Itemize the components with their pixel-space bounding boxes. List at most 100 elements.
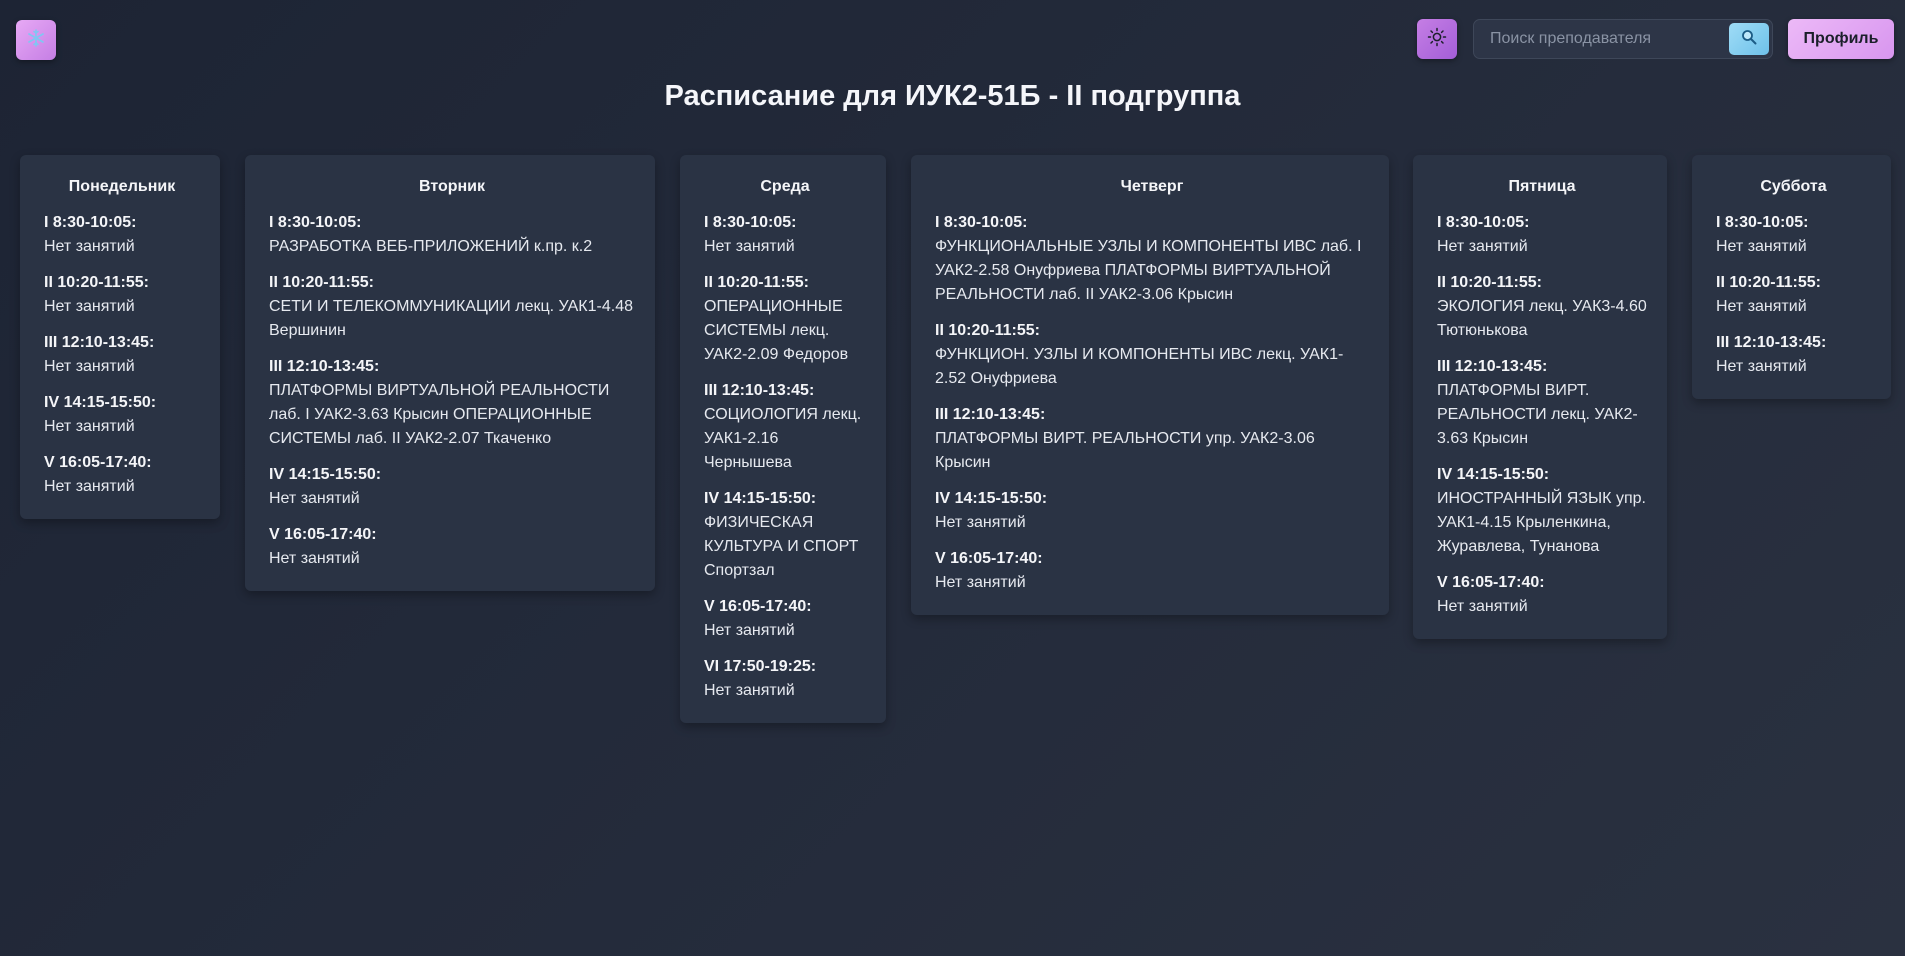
day-name: Понедельник: [68, 178, 176, 195]
slot-description: Нет занятий: [1716, 298, 1807, 315]
day-name: Четверг: [1120, 178, 1184, 195]
slot-description: Нет занятий: [44, 478, 135, 495]
lesson-slot: II 10:20-11:55: ОПЕРАЦИОННЫЕ СИСТЕМЫ лекц…: [704, 271, 866, 367]
snowflake-button[interactable]: [16, 20, 56, 60]
day-card: Среда I 8:30-10:05: Нет занятий II 10:20-11…: [680, 155, 886, 723]
day-name: Пятница: [1508, 178, 1576, 195]
day-card: Пятница I 8:30-10:05: Нет занятий II 10:20-…: [1413, 155, 1667, 639]
slot-time: III 12:10-13:45:: [269, 358, 380, 375]
slot-description: Нет занятий: [935, 574, 1026, 591]
slot-time: VI 17:50-19:25:: [704, 658, 817, 675]
slot-description: Нет занятий: [44, 238, 135, 255]
slot-description: Нет занятий: [1716, 238, 1807, 255]
teacher-search-input[interactable]: [1474, 20, 1724, 58]
slot-time: II 10:20-11:55:: [269, 274, 374, 291]
day-name: Вторник: [418, 178, 486, 195]
lesson-slot: II 10:20-11:55: ЭКОЛОГИЯ лекц. УАК3-4.60 …: [1437, 271, 1647, 343]
lesson-slot: II 10:20-11:55: СЕТИ И ТЕЛЕКОММУНИКАЦИИ л…: [269, 271, 635, 343]
slot-description: ПЛАТФОРМЫ ВИРТУАЛЬНОЙ РЕАЛЬНОСТИ лаб. I …: [269, 382, 610, 447]
slot-description: Нет занятий: [269, 490, 360, 507]
lesson-slot: V 16:05-17:40: Нет занятий: [1437, 571, 1647, 619]
slot-time: V 16:05-17:40:: [44, 454, 152, 471]
slot-time: III 12:10-13:45:: [935, 406, 1046, 423]
lesson-slot: IV 14:15-15:50: ФИЗИЧЕСКАЯ КУЛЬТУРА И СПО…: [704, 487, 866, 583]
slot-time: III 12:10-13:45:: [1716, 334, 1827, 351]
slot-description: СЕТИ И ТЕЛЕКОММУНИКАЦИИ лекц. УАК1-4.48 …: [269, 298, 633, 339]
slot-time: I 8:30-10:05:: [1716, 214, 1809, 231]
snowflake-icon: [26, 28, 46, 53]
slot-time: IV 14:15-15:50:: [935, 490, 1048, 507]
lesson-slot: I 8:30-10:05: Нет занятий: [1716, 211, 1871, 259]
slot-description: ФИЗИЧЕСКАЯ КУЛЬТУРА И СПОРТ Спортзал: [704, 514, 859, 579]
slot-time: I 8:30-10:05:: [1437, 214, 1530, 231]
lesson-slot: V 16:05-17:40: Нет занятий: [935, 547, 1369, 595]
lesson-slot: III 12:10-13:45: СОЦИОЛОГИЯ лекц. УАК1-2.…: [704, 379, 866, 475]
slot-time: V 16:05-17:40:: [1437, 574, 1545, 591]
lesson-slot: II 10:20-11:55: ФУНКЦИОН. УЗЛЫ И КОМПОНЕН…: [935, 319, 1369, 391]
slot-time: II 10:20-11:55:: [1716, 274, 1821, 291]
day-card: Вторник I 8:30-10:05: РАЗРАБОТКА ВЕБ-ПРИЛО…: [245, 155, 655, 591]
slot-time: IV 14:15-15:50:: [269, 466, 382, 483]
lesson-slot: III 12:10-13:45: Нет занятий: [1716, 331, 1871, 379]
slot-description: ОПЕРАЦИОННЫЕ СИСТЕМЫ лекц. УАК2-2.09 Фед…: [704, 298, 849, 363]
lesson-slot: III 12:10-13:45: ПЛАТФОРМЫ ВИРТУАЛЬНОЙ РЕ…: [269, 355, 635, 451]
slot-description: Нет занятий: [1716, 358, 1807, 375]
slot-description: Нет занятий: [1437, 238, 1528, 255]
slot-description: Нет занятий: [44, 298, 135, 315]
top-bar: Профиль: [0, 0, 1905, 78]
lesson-slot: III 12:10-13:45: ПЛАТФОРМЫ ВИРТ. РЕАЛЬНОС…: [1437, 355, 1647, 451]
lesson-slot: I 8:30-10:05: ФУНКЦИОНАЛЬНЫЕ УЗЛЫ И КОМПО…: [935, 211, 1369, 307]
profile-button[interactable]: Профиль: [1788, 19, 1894, 59]
lesson-slot: IV 14:15-15:50: Нет занятий: [44, 391, 200, 439]
lesson-slot: I 8:30-10:05: Нет занятий: [704, 211, 866, 259]
lesson-slot: I 8:30-10:05: РАЗРАБОТКА ВЕБ-ПРИЛОЖЕНИЙ к…: [269, 211, 635, 259]
slot-description: ФУНКЦИОН. УЗЛЫ И КОМПОНЕНТЫ ИВС лекц. УА…: [935, 346, 1344, 387]
lesson-slot: II 10:20-11:55: Нет занятий: [44, 271, 200, 319]
lesson-slot: V 16:05-17:40: Нет занятий: [704, 595, 866, 643]
slot-time: II 10:20-11:55:: [1437, 274, 1542, 291]
slot-description: ФУНКЦИОНАЛЬНЫЕ УЗЛЫ И КОМПОНЕНТЫ ИВС лаб…: [935, 238, 1362, 303]
slot-description: ИНОСТРАННЫЙ ЯЗЫК упр. УАК1-4.15 Крыленки…: [1437, 490, 1646, 555]
lesson-slot: III 12:10-13:45: Нет занятий: [44, 331, 200, 379]
slot-time: V 16:05-17:40:: [704, 598, 812, 615]
slot-description: Нет занятий: [44, 418, 135, 435]
search-button[interactable]: [1729, 23, 1769, 55]
lesson-slot: III 12:10-13:45: ПЛАТФОРМЫ ВИРТ. РЕАЛЬНОС…: [935, 403, 1369, 475]
day-name: Суббота: [1760, 178, 1827, 195]
slot-time: II 10:20-11:55:: [44, 274, 149, 291]
lesson-slot: I 8:30-10:05: Нет занятий: [44, 211, 200, 259]
slot-description: СОЦИОЛОГИЯ лекц. УАК1-2.16 Чернышева: [704, 406, 862, 471]
slot-description: Нет занятий: [704, 238, 795, 255]
slot-time: IV 14:15-15:50:: [704, 490, 817, 507]
lesson-slot: IV 14:15-15:50: ИНОСТРАННЫЙ ЯЗЫК упр. УАК…: [1437, 463, 1647, 559]
slot-description: Нет занятий: [935, 514, 1026, 531]
slot-time: III 12:10-13:45:: [44, 334, 155, 351]
slot-description: Нет занятий: [704, 682, 795, 699]
lesson-slot: V 16:05-17:40: Нет занятий: [269, 523, 635, 571]
day-card: Понедельник I 8:30-10:05: Нет занятий II 10…: [20, 155, 220, 519]
slot-description: Нет занятий: [269, 550, 360, 567]
slot-time: I 8:30-10:05:: [44, 214, 137, 231]
slot-time: V 16:05-17:40:: [269, 526, 377, 543]
lesson-slot: IV 14:15-15:50: Нет занятий: [935, 487, 1369, 535]
slot-time: III 12:10-13:45:: [704, 382, 815, 399]
slot-time: II 10:20-11:55:: [935, 322, 1040, 339]
slot-time: I 8:30-10:05:: [935, 214, 1028, 231]
slot-description: РАЗРАБОТКА ВЕБ-ПРИЛОЖЕНИЙ к.пр. к.2: [269, 238, 593, 255]
slot-description: Нет занятий: [44, 358, 135, 375]
slot-description: Нет занятий: [704, 622, 795, 639]
day-card: Четверг I 8:30-10:05: ФУНКЦИОНАЛЬНЫЕ УЗЛЫ …: [911, 155, 1389, 615]
teacher-search: [1473, 19, 1773, 59]
slot-time: I 8:30-10:05:: [704, 214, 797, 231]
slot-description: ЭКОЛОГИЯ лекц. УАК3-4.60 Тютюнькова: [1437, 298, 1647, 339]
slot-time: I 8:30-10:05:: [269, 214, 362, 231]
day-name: Среда: [760, 178, 810, 195]
slot-description: Нет занятий: [1437, 598, 1528, 615]
slot-time: IV 14:15-15:50:: [44, 394, 157, 411]
theme-toggle-button[interactable]: [1417, 19, 1457, 59]
lesson-slot: VI 17:50-19:25: Нет занятий: [704, 655, 866, 703]
lesson-slot: II 10:20-11:55: Нет занятий: [1716, 271, 1871, 319]
slot-time: II 10:20-11:55:: [704, 274, 809, 291]
day-card: Суббота I 8:30-10:05: Нет занятий II 10:20-…: [1692, 155, 1891, 399]
magnifier-icon: [1741, 29, 1757, 50]
